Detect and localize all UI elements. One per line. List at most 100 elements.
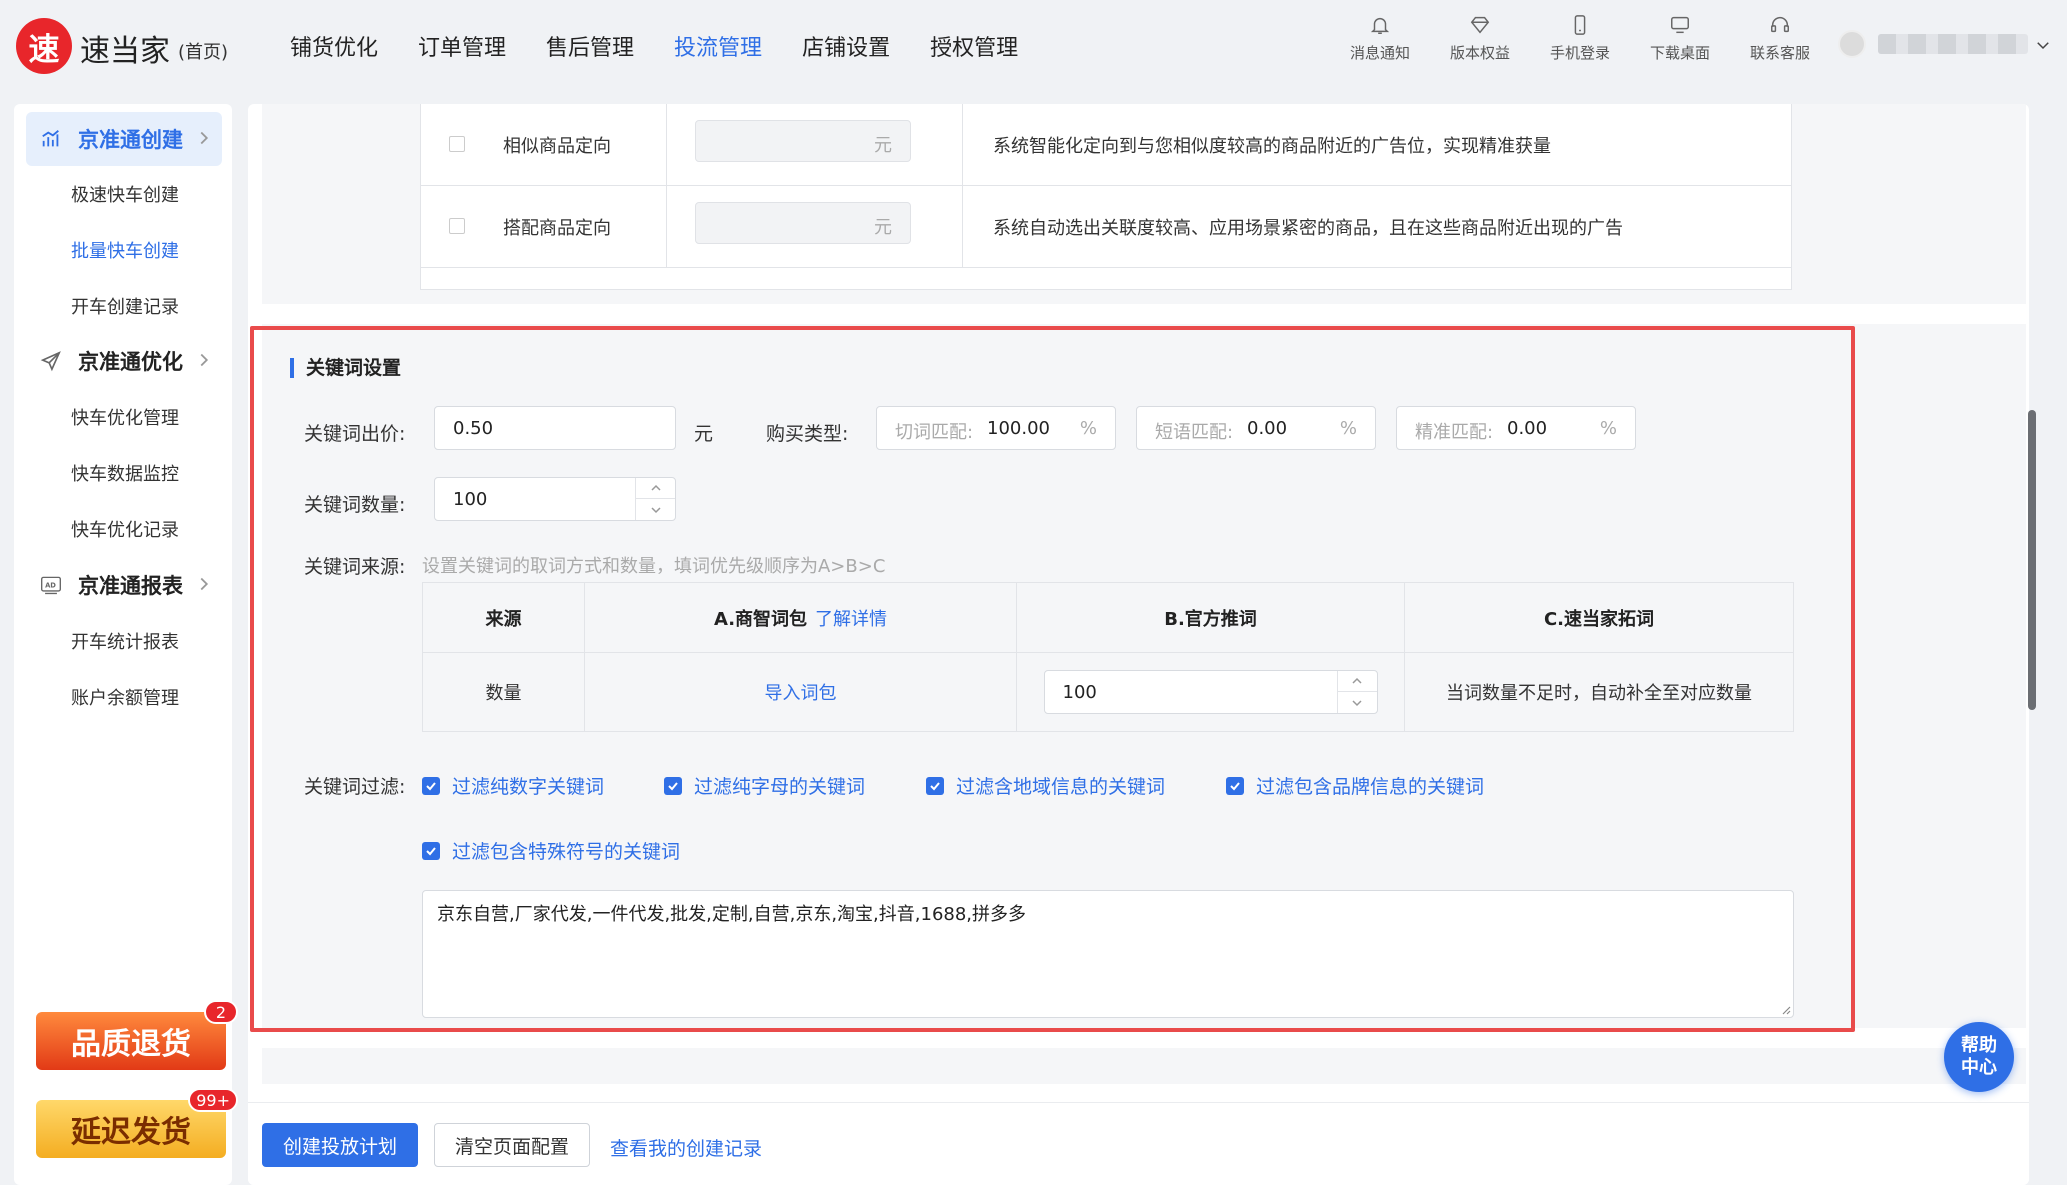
scrollbar[interactable]: [2028, 410, 2036, 710]
sidebar-item-balance[interactable]: 账户余额管理: [71, 684, 179, 710]
monitor-icon: [1671, 16, 1689, 34]
broad-match-label: 切词匹配:: [895, 422, 974, 443]
count-input[interactable]: 100: [434, 477, 676, 521]
similar-goods-checkbox[interactable]: [449, 136, 465, 152]
exclude-words-textarea[interactable]: 京东自营,厂家代发,一件代发,批发,定制,自营,京东,淘宝,抖音,1688,拼多…: [422, 890, 1794, 1018]
sidebar-item-data-monitor[interactable]: 快车数据监控: [71, 460, 179, 486]
exact-match-value: 0.00: [1507, 418, 1548, 439]
app-logo[interactable]: 速: [16, 18, 72, 74]
nav-item-listing[interactable]: 铺货优化: [290, 30, 378, 62]
help-center-button[interactable]: 帮助 中心: [1944, 1022, 2014, 1092]
nav-item-auth[interactable]: 授权管理: [930, 30, 1018, 62]
sidebar-item-batch-create[interactable]: 批量快车创建: [71, 237, 179, 263]
targeting-section: 相似商品定向 元 系统智能化定向到与您相似度较高的商品附近的广告位，实现精准获量…: [262, 104, 2026, 304]
chevron-down-icon[interactable]: [1338, 692, 1377, 713]
quality-return-banner[interactable]: 品质退货 2: [36, 1000, 238, 1070]
version-button[interactable]: 版本权益: [1430, 14, 1530, 63]
top-bar: 速 速当家 (首页) 铺货优化 订单管理 售后管理 投流管理 店铺设置 授权管理…: [0, 0, 2067, 92]
sidebar: 京准通创建 极速快车创建 批量快车创建 开车创建记录 京准通优化 快车优化管理 …: [14, 104, 238, 1185]
matched-goods-checkbox[interactable]: [449, 218, 465, 234]
chevron-up-icon[interactable]: [1337, 671, 1377, 692]
sidebar-item-create-records[interactable]: 开车创建记录: [71, 293, 179, 319]
view-records-link[interactable]: 查看我的创建记录: [610, 1134, 762, 1161]
customer-service-button[interactable]: 联系客服: [1730, 14, 1830, 63]
home-link[interactable]: (首页): [178, 38, 228, 64]
official-count-stepper[interactable]: [1336, 671, 1377, 713]
main-nav: 铺货优化 订单管理 售后管理 投流管理 店铺设置 授权管理: [290, 30, 1018, 62]
filter-region-checkbox[interactable]: 过滤含地域信息的关键词: [926, 772, 1165, 799]
table-row: 搭配商品定向 元 系统自动选出关联度较高、应用场景紧密的商品，且在这些商品附近出…: [421, 186, 1791, 268]
sidebar-group-create-label: 京准通创建: [78, 128, 183, 152]
filter-numeric-checkbox[interactable]: 过滤纯数字关键词: [422, 772, 604, 799]
chevron-down-icon[interactable]: [636, 499, 675, 520]
section-title: 关键词设置: [290, 358, 401, 378]
user-menu[interactable]: [1838, 30, 2028, 58]
filter-alpha-checkbox[interactable]: 过滤纯字母的关键词: [664, 772, 865, 799]
import-package-link[interactable]: 导入词包: [765, 679, 837, 705]
auto-fill-note: 当词数量不足时，自动补全至对应数量: [1446, 683, 1752, 704]
create-plan-button[interactable]: 创建投放计划: [262, 1123, 418, 1167]
count-label: 关键词数量:: [304, 494, 406, 516]
sidebar-item-fast-create[interactable]: 极速快车创建: [71, 181, 179, 207]
nav-item-ads[interactable]: 投流管理: [674, 30, 762, 62]
filter-alpha-label: 过滤纯字母的关键词: [694, 776, 866, 798]
broad-match-input[interactable]: 切词匹配: 100.00 %: [876, 406, 1116, 450]
filter-symbol-label: 过滤包含特殊符号的关键词: [452, 841, 681, 863]
filter-symbol-checkbox[interactable]: 过滤包含特殊符号的关键词: [422, 837, 680, 864]
clear-config-button[interactable]: 清空页面配置: [434, 1123, 590, 1167]
bid-input[interactable]: 0.50: [434, 406, 676, 450]
nav-item-orders[interactable]: 订单管理: [418, 30, 506, 62]
filter-region-label: 过滤含地域信息的关键词: [956, 776, 1166, 798]
notification-label: 消息通知: [1349, 44, 1410, 62]
check-icon: [1226, 776, 1244, 795]
percent-unit: %: [1599, 418, 1617, 439]
learn-more-link[interactable]: 了解详情: [815, 605, 887, 631]
chevron-down-icon[interactable]: [2034, 36, 2052, 54]
source-table-header: 来源 A.商智词包 了解详情 B.官方推词 C.速当家拓词: [423, 583, 1793, 653]
matched-goods-label: 搭配商品定向: [503, 218, 611, 239]
similar-goods-bid-input[interactable]: 元: [695, 120, 911, 162]
app-name[interactable]: 速当家: [80, 26, 170, 70]
currency-unit: 元: [874, 135, 892, 156]
sidebar-group-optimize[interactable]: 京准通优化: [26, 334, 222, 388]
row-label-count: 数量: [423, 653, 585, 731]
official-count-input[interactable]: 100: [1043, 670, 1378, 714]
matched-goods-bid-input[interactable]: 元: [695, 202, 911, 244]
filter-brand-checkbox[interactable]: 过滤包含品牌信息的关键词: [1226, 772, 1484, 799]
table-row: 相似商品定向 元 系统智能化定向到与您相似度较高的商品附近的广告位，实现精准获量: [421, 104, 1791, 186]
sidebar-item-stat-report[interactable]: 开车统计报表: [71, 628, 179, 654]
chevron-right-icon: [200, 353, 209, 367]
phone-icon: [1574, 15, 1586, 35]
check-icon: [664, 776, 682, 795]
sidebar-item-optimize-manage[interactable]: 快车优化管理: [71, 404, 179, 430]
footer-actions: 创建投放计划 清空页面配置 查看我的创建记录: [248, 1102, 2029, 1185]
targeting-table: 相似商品定向 元 系统智能化定向到与您相似度较高的商品附近的广告位，实现精准获量…: [420, 104, 1792, 290]
filter-label: 关键词过滤:: [304, 776, 406, 798]
download-desktop-button[interactable]: 下载桌面: [1630, 14, 1730, 63]
chevron-right-icon: [200, 131, 209, 145]
count-stepper[interactable]: [635, 478, 675, 520]
version-label: 版本权益: [1449, 44, 1510, 62]
chevron-up-icon[interactable]: [636, 478, 675, 499]
percent-unit: %: [1339, 418, 1357, 439]
notification-button[interactable]: 消息通知: [1330, 14, 1430, 63]
toolbar: 消息通知 版本权益 手机登录 下载桌面 联系客服: [1330, 14, 1830, 63]
sidebar-group-create[interactable]: 京准通创建: [26, 112, 222, 166]
buy-type-label: 购买类型:: [766, 423, 849, 445]
phrase-match-input[interactable]: 短语匹配: 0.00 %: [1136, 406, 1376, 450]
phrase-match-label: 短语匹配:: [1155, 422, 1234, 443]
delayed-shipping-count: 99+: [188, 1088, 238, 1112]
exact-match-input[interactable]: 精准匹配: 0.00 %: [1396, 406, 1636, 450]
download-desktop-label: 下载桌面: [1649, 44, 1710, 62]
nav-item-store[interactable]: 店铺设置: [802, 30, 890, 62]
resize-handle-icon[interactable]: [1779, 1003, 1791, 1015]
mobile-login-button[interactable]: 手机登录: [1530, 14, 1630, 63]
delayed-shipping-banner[interactable]: 延迟发货 99+: [36, 1088, 238, 1158]
nav-item-aftersale[interactable]: 售后管理: [546, 30, 634, 62]
sidebar-item-optimize-records[interactable]: 快车优化记录: [71, 516, 179, 542]
check-icon: [422, 841, 440, 860]
sidebar-group-report[interactable]: AD 京准通报表: [26, 558, 222, 612]
official-count-cell: 100: [1017, 653, 1405, 731]
currency-unit: 元: [874, 217, 892, 238]
header-source: 来源: [423, 583, 585, 652]
